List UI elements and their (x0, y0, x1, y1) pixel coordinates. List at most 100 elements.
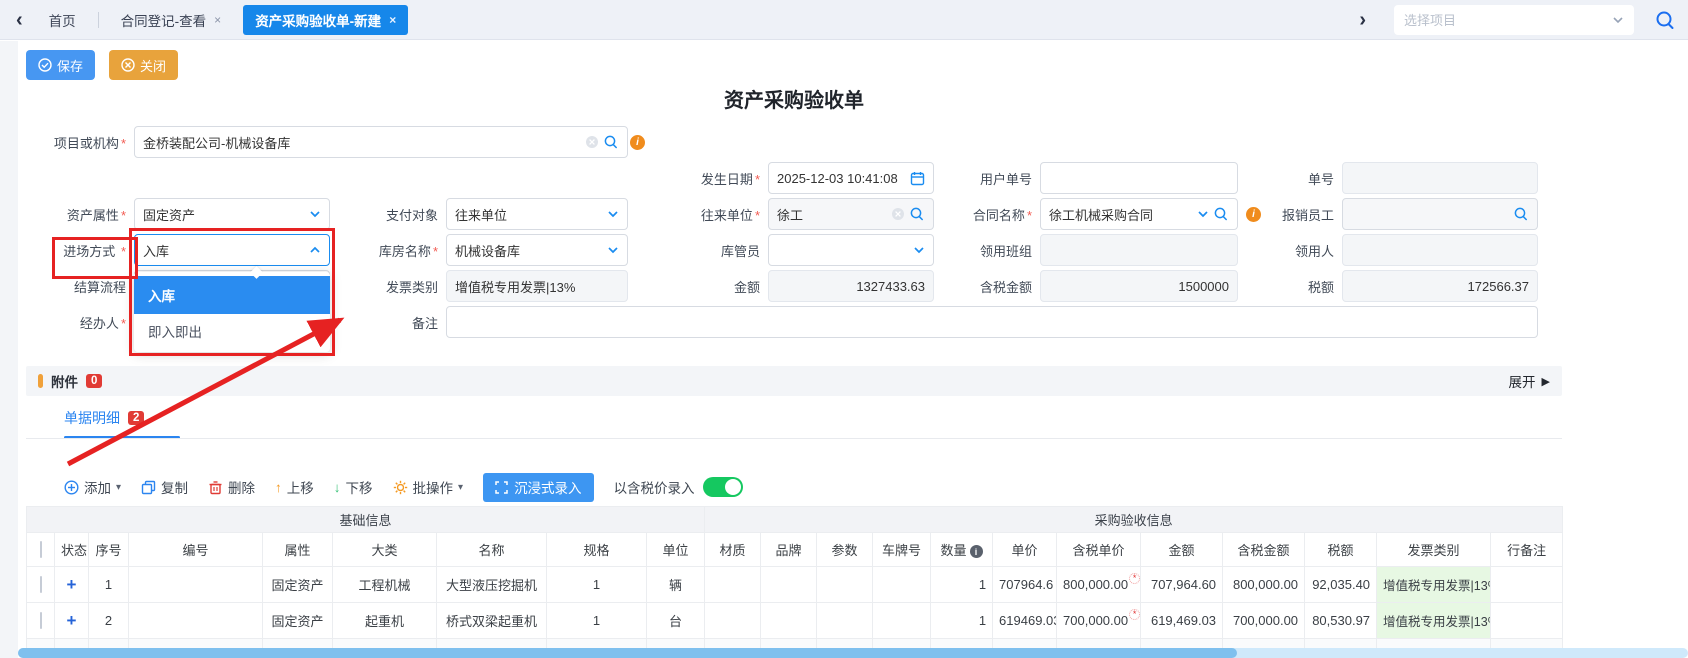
asset-attr-select[interactable]: 固定资产 (134, 198, 330, 230)
tax-price-cell: 700,000.00* (1057, 603, 1141, 639)
remark-field[interactable] (446, 306, 1538, 338)
scrollbar-thumb[interactable] (18, 648, 1237, 658)
date-field[interactable]: 2025-12-03 10:41:08 (768, 162, 934, 194)
amount-cell: 707,964.60 (1141, 567, 1223, 603)
price-cell: 707964.6 (993, 567, 1057, 603)
calendar-icon[interactable] (910, 171, 925, 186)
close-button[interactable]: 关闭 (109, 50, 178, 80)
price-cell: 619469.03 (993, 603, 1057, 639)
settle-label: 结算流程 (26, 277, 134, 296)
search-icon[interactable] (1513, 206, 1529, 222)
tabs-back-icon[interactable]: ‹ (12, 10, 27, 30)
doc-no-field (1342, 162, 1538, 194)
project-info-wrap: i (628, 135, 768, 150)
chevron-down-icon[interactable] (309, 208, 321, 220)
chevron-down-icon[interactable] (1197, 208, 1209, 220)
category-cell: 起重机 (333, 603, 437, 639)
tab-home[interactable]: 首页 (37, 5, 88, 35)
use-person-field (1342, 234, 1538, 266)
detail-count-badge: 2 (128, 411, 144, 425)
col-spec: 规格 (547, 533, 647, 567)
seq-cell: 1 (89, 567, 129, 603)
clear-icon[interactable] (585, 135, 599, 149)
save-button[interactable]: 保存 (26, 50, 95, 80)
chevron-up-icon[interactable] (309, 244, 321, 256)
row-status-cell: + (55, 567, 89, 603)
page-title: 资产采购验收单 (26, 86, 1562, 116)
tab-detail-lines[interactable]: 单据明细 2 (64, 408, 144, 428)
counterparty-field[interactable]: 徐工 (768, 198, 934, 230)
option-jiru-jichu[interactable]: 即入即出 (134, 314, 330, 348)
copy-button[interactable]: 复制 (141, 477, 188, 497)
arrow-down-icon: ↓ (334, 480, 341, 495)
tab-close-icon[interactable]: × (389, 13, 396, 27)
pay-target-select[interactable]: 往来单位 (446, 198, 628, 230)
delete-label: 删除 (228, 477, 255, 497)
entry-mode-select[interactable]: 入库 (134, 234, 330, 266)
header-form: 项目或机构 金桥装配公司-机械设备库 i 发生日期 2025-12-03 10:… (26, 124, 1562, 340)
keeper-select[interactable] (768, 234, 934, 266)
date-value: 2025-12-03 10:41:08 (777, 171, 906, 186)
amount-label: 金额 (628, 277, 768, 296)
tax-price-toggle[interactable] (703, 477, 743, 497)
project-field[interactable]: 金桥装配公司-机械设备库 (134, 126, 628, 158)
tab-contract-view[interactable]: 合同登记-查看 × (109, 5, 234, 35)
row-checkbox[interactable] (40, 612, 42, 629)
group-header-row: 基础信息 采购验收信息 (27, 507, 1563, 533)
col-tax-amount: 含税金额 (1223, 533, 1305, 567)
tax-value: 172566.37 (1351, 279, 1529, 294)
detail-toolbar: 添加 ▾ 复制 删除 ↑ 上移 ↓ 下移 批操作 ▾ (26, 470, 1562, 504)
chevron-down-icon[interactable] (1612, 14, 1624, 26)
tax-price-cell: 800,000.00* (1057, 567, 1141, 603)
chevron-down-icon[interactable] (607, 208, 619, 220)
tax-amount-value: 1500000 (1049, 279, 1229, 294)
add-row-icon[interactable]: + (67, 611, 77, 630)
option-ruku[interactable]: 入库 (134, 276, 330, 314)
attachment-bar: 附件 0 展开 ▶ (26, 366, 1562, 396)
move-up-button[interactable]: ↑ 上移 (275, 477, 314, 497)
tab-home-label: 首页 (49, 10, 76, 30)
material-cell (705, 603, 761, 639)
tab-close-icon[interactable]: × (214, 13, 221, 27)
project-select[interactable]: 选择项目 (1394, 5, 1634, 35)
brand-cell (761, 603, 817, 639)
tax-field: 172566.37 (1342, 270, 1538, 302)
operator-label: 经办人 (26, 313, 134, 332)
tab-asset-acceptance-new[interactable]: 资产采购验收单-新建 × (243, 5, 408, 35)
row-checkbox[interactable] (40, 576, 42, 593)
search-icon[interactable] (909, 206, 925, 222)
chevron-down-icon[interactable] (607, 244, 619, 256)
attr-cell: 固定资产 (263, 567, 333, 603)
immersive-entry-button[interactable]: 沉浸式录入 (483, 473, 594, 502)
search-icon[interactable] (1213, 206, 1229, 222)
tabs-forward-icon[interactable]: › (1355, 10, 1370, 30)
chevron-down-icon[interactable] (913, 244, 925, 256)
table-row: + 2 固定资产 起重机 桥式双梁起重机 1 台 1 619469.03 700… (27, 603, 1563, 639)
reimburse-field[interactable] (1342, 198, 1538, 230)
invoice-type-cell: 增值税专用发票|13% (1377, 603, 1491, 639)
add-button[interactable]: 添加 ▾ (64, 477, 121, 497)
batch-ops-button[interactable]: 批操作 ▾ (393, 477, 464, 497)
tab-bar: ‹ 首页 合同登记-查看 × 资产采购验收单-新建 × › 选择项目 (0, 0, 1688, 40)
warehouse-select[interactable]: 机械设备库 (446, 234, 628, 266)
circle-plus-icon (64, 480, 79, 495)
category-cell: 工程机械 (333, 567, 437, 603)
move-down-button[interactable]: ↓ 下移 (334, 477, 373, 497)
amount-value: 1327433.63 (777, 279, 925, 294)
clear-icon[interactable] (891, 207, 905, 221)
horizontal-scrollbar[interactable] (18, 648, 1688, 658)
contract-select[interactable]: 徐工机械采购合同 i (1040, 198, 1238, 230)
expand-button[interactable]: 展开 ▶ (1509, 371, 1550, 391)
expand-label: 展开 (1509, 371, 1536, 391)
search-icon[interactable] (603, 134, 619, 150)
select-all-checkbox[interactable] (40, 541, 42, 558)
chevron-down-icon: ▾ (458, 482, 463, 493)
tab-divider (98, 12, 99, 28)
project-value: 金桥装配公司-机械设备库 (143, 133, 581, 152)
user-no-field[interactable] (1040, 162, 1238, 194)
delete-button[interactable]: 删除 (208, 477, 255, 497)
tax-price-toggle-group: 以含税价录入 (614, 477, 743, 497)
add-row-icon[interactable]: + (67, 575, 77, 594)
info-icon: i (630, 135, 645, 150)
global-search-icon[interactable] (1654, 9, 1676, 31)
